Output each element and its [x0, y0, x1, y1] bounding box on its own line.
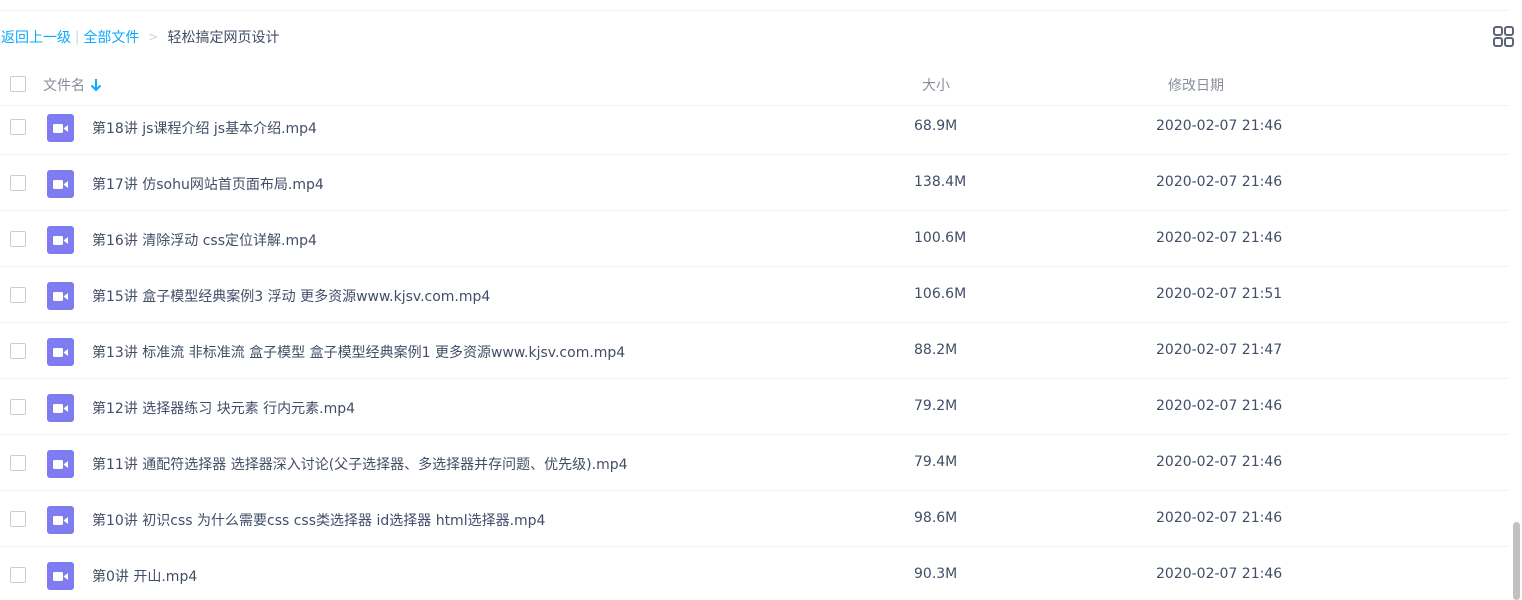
file-name[interactable]: 第13讲 标准流 非标准流 盒子模型 盒子模型经典案例1 更多资源www.kjs… — [92, 342, 625, 362]
file-size: 90.3M — [914, 566, 958, 582]
video-file-icon — [47, 114, 74, 142]
file-modified-date: 2020-02-07 21:47 — [1156, 342, 1283, 358]
file-checkbox[interactable] — [10, 567, 26, 583]
file-size: 100.6M — [914, 230, 967, 246]
file-size: 79.2M — [914, 398, 958, 414]
file-name[interactable]: 第17讲 仿sohu网站首页面布局.mp4 — [92, 174, 324, 194]
breadcrumb-arrow: > — [148, 30, 159, 44]
top-divider — [0, 10, 1509, 11]
file-checkbox[interactable] — [10, 231, 26, 247]
file-size: 138.4M — [914, 174, 967, 190]
file-modified-date: 2020-02-07 21:46 — [1156, 118, 1283, 134]
file-modified-date: 2020-02-07 21:46 — [1156, 454, 1283, 470]
file-row[interactable]: 第13讲 标准流 非标准流 盒子模型 盒子模型经典案例1 更多资源www.kjs… — [0, 323, 1509, 379]
column-header-name[interactable]: 文件名 — [43, 75, 102, 95]
file-row[interactable]: 第17讲 仿sohu网站首页面布局.mp4 138.4M 2020-02-07 21… — [0, 155, 1509, 211]
file-size: 79.4M — [914, 454, 958, 470]
file-name[interactable]: 第12讲 选择器练习 块元素 行内元素.mp4 — [92, 398, 355, 418]
video-file-icon — [47, 338, 74, 366]
video-file-icon — [47, 226, 74, 254]
file-modified-date: 2020-02-07 21:46 — [1156, 230, 1283, 246]
file-modified-date: 2020-02-07 21:51 — [1156, 286, 1283, 302]
file-modified-date: 2020-02-07 21:46 — [1156, 566, 1283, 582]
grid-view-icon[interactable] — [1493, 26, 1514, 47]
file-size: 88.2M — [914, 342, 958, 358]
file-row[interactable]: 第11讲 通配符选择器 选择器深入讨论(父子选择器、多选择器并存问题、优先级).… — [0, 435, 1509, 491]
scrollbar-thumb[interactable] — [1513, 522, 1520, 600]
file-checkbox[interactable] — [10, 455, 26, 471]
file-size: 98.6M — [914, 510, 958, 526]
file-checkbox[interactable] — [10, 511, 26, 527]
breadcrumb: 返回上一级 | 全部文件 > 轻松搞定网页设计 — [1, 27, 279, 47]
file-checkbox[interactable] — [10, 119, 26, 135]
file-checkbox[interactable] — [10, 287, 26, 303]
column-header-size[interactable]: 大小 — [922, 75, 950, 95]
file-row[interactable]: 第18讲 js课程介绍 js基本介绍.mp4 68.9M 2020-02-07 21… — [0, 99, 1509, 155]
all-files-link[interactable]: 全部文件 — [83, 27, 139, 47]
file-modified-date: 2020-02-07 21:46 — [1156, 398, 1283, 414]
file-checkbox[interactable] — [10, 175, 26, 191]
file-name[interactable]: 第18讲 js课程介绍 js基本介绍.mp4 — [92, 118, 317, 138]
column-header-name-label: 文件名 — [43, 78, 85, 94]
video-file-icon — [47, 450, 74, 478]
breadcrumb-separator: | — [75, 29, 80, 45]
file-name[interactable]: 第15讲 盒子模型经典案例3 浮动 更多资源www.kjsv.com.mp4 — [92, 286, 490, 306]
file-name[interactable]: 第0讲 开山.mp4 — [92, 566, 197, 586]
file-row[interactable]: 第12讲 选择器练习 块元素 行内元素.mp4 79.2M 2020-02-07 2… — [0, 379, 1509, 435]
header-divider — [0, 105, 1509, 106]
file-list-page: 返回上一级 | 全部文件 > 轻松搞定网页设计 文件名 大小 修改日期 第18讲… — [0, 0, 1522, 600]
file-row[interactable]: 第10讲 初识css 为什么需要css css类选择器 id选择器 html选择… — [0, 491, 1509, 547]
file-modified-date: 2020-02-07 21:46 — [1156, 510, 1283, 526]
file-name[interactable]: 第11讲 通配符选择器 选择器深入讨论(父子选择器、多选择器并存问题、优先级).… — [92, 454, 628, 474]
file-size: 106.6M — [914, 286, 967, 302]
file-list: 第18讲 js课程介绍 js基本介绍.mp4 68.9M 2020-02-07 21… — [0, 99, 1509, 600]
file-name[interactable]: 第10讲 初识css 为什么需要css css类选择器 id选择器 html选择… — [92, 510, 545, 530]
video-file-icon — [47, 562, 74, 590]
file-checkbox[interactable] — [10, 343, 26, 359]
file-modified-date: 2020-02-07 21:46 — [1156, 174, 1283, 190]
column-header-date[interactable]: 修改日期 — [1168, 75, 1224, 95]
file-size: 68.9M — [914, 118, 958, 134]
video-file-icon — [47, 506, 74, 534]
file-row[interactable]: 第16讲 清除浮动 css定位详解.mp4 100.6M 2020-02-07 21… — [0, 211, 1509, 267]
video-file-icon — [47, 394, 74, 422]
select-all-checkbox[interactable] — [10, 76, 26, 92]
file-row[interactable]: 第15讲 盒子模型经典案例3 浮动 更多资源www.kjsv.com.mp4 10… — [0, 267, 1509, 323]
current-folder: 轻松搞定网页设计 — [167, 30, 280, 46]
back-link[interactable]: 返回上一级 — [1, 27, 71, 47]
file-checkbox[interactable] — [10, 399, 26, 415]
file-row[interactable]: 第0讲 开山.mp4 90.3M 2020-02-07 21:46 — [0, 547, 1509, 600]
video-file-icon — [47, 170, 74, 198]
video-file-icon — [47, 282, 74, 310]
arrow-down-icon[interactable] — [90, 78, 102, 92]
file-name[interactable]: 第16讲 清除浮动 css定位详解.mp4 — [92, 230, 317, 250]
